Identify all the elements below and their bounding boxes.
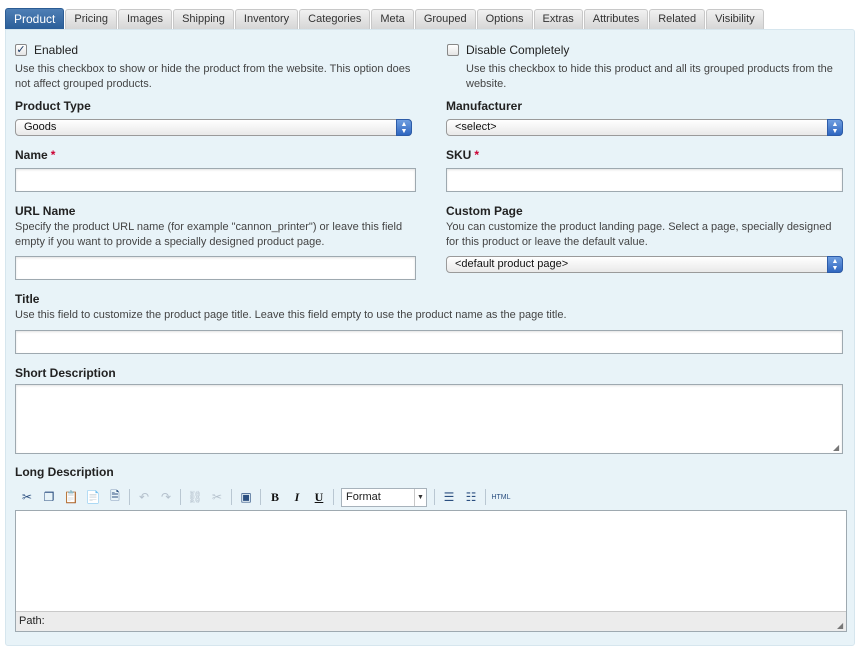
- format-select-value: Format: [346, 491, 381, 503]
- tab-categories[interactable]: Categories: [299, 9, 370, 29]
- unlink-icon[interactable]: ✂: [206, 487, 228, 507]
- toolbar-separator: [180, 489, 181, 505]
- toolbar-separator: [231, 489, 232, 505]
- custom-page-select[interactable]: <default product page> ▲▼: [446, 256, 843, 273]
- editor-toolbar: ✂ ❐ 📋 📄 🗎 ↶ ↷ ⛓ ✂ ▣ B I U Format ▼ ☰ ☷ H…: [16, 486, 513, 508]
- bullet-list-icon[interactable]: ☰: [438, 487, 460, 507]
- select-arrows-icon: ▲▼: [827, 256, 843, 273]
- numbered-list-icon[interactable]: ☷: [460, 487, 482, 507]
- short-description-textarea[interactable]: ◢: [15, 384, 843, 454]
- toolbar-separator: [260, 489, 261, 505]
- toolbar-separator: [434, 489, 435, 505]
- italic-button[interactable]: I: [286, 487, 308, 507]
- manufacturer-select[interactable]: <select> ▲▼: [446, 119, 843, 136]
- long-description-editor[interactable]: Path: ◢: [15, 510, 847, 632]
- url-name-hint: Specify the product URL name (for exampl…: [15, 220, 420, 250]
- title-hint: Use this field to customize the product …: [15, 308, 845, 323]
- product-form-panel: ✓ Enabled Use this checkbox to show or h…: [5, 29, 855, 646]
- custom-page-value: <default product page>: [455, 258, 568, 270]
- tab-product[interactable]: Product: [5, 8, 64, 29]
- name-label: Name*: [15, 148, 55, 162]
- product-type-value: Goods: [24, 121, 56, 133]
- html-source-button[interactable]: HTML: [489, 487, 513, 507]
- paste-text-icon[interactable]: 📄: [82, 487, 104, 507]
- url-name-input[interactable]: [15, 256, 416, 280]
- tab-meta[interactable]: Meta: [371, 9, 413, 29]
- cut-icon[interactable]: ✂: [16, 487, 38, 507]
- product-type-label: Product Type: [15, 99, 91, 113]
- short-description-label: Short Description: [15, 366, 116, 380]
- name-label-text: Name: [15, 148, 48, 162]
- bold-button[interactable]: B: [264, 487, 286, 507]
- tab-attributes[interactable]: Attributes: [584, 9, 648, 29]
- copy-icon[interactable]: ❐: [38, 487, 60, 507]
- long-description-label: Long Description: [15, 465, 114, 479]
- select-arrows-icon: ▲▼: [827, 119, 843, 136]
- required-marker: *: [474, 148, 479, 162]
- tab-options[interactable]: Options: [477, 9, 533, 29]
- sku-input[interactable]: [446, 168, 843, 192]
- image-icon[interactable]: ▣: [235, 487, 257, 507]
- url-name-label: URL Name: [15, 204, 75, 218]
- paste-icon[interactable]: 📋: [60, 487, 82, 507]
- tab-bar: ProductPricingImagesShippingInventoryCat…: [5, 8, 765, 29]
- paste-word-icon[interactable]: 🗎: [104, 487, 126, 507]
- title-input[interactable]: [15, 330, 843, 354]
- tab-visibility[interactable]: Visibility: [706, 9, 764, 29]
- custom-page-label: Custom Page: [446, 204, 523, 218]
- manufacturer-value: <select>: [455, 121, 497, 133]
- toolbar-separator: [485, 489, 486, 505]
- toolbar-separator: [129, 489, 130, 505]
- chevron-down-icon: ▼: [414, 489, 426, 506]
- custom-page-hint: You can customize the product landing pa…: [446, 220, 846, 250]
- enabled-checkbox[interactable]: ✓: [15, 44, 27, 56]
- tab-extras[interactable]: Extras: [534, 9, 583, 29]
- redo-icon[interactable]: ↷: [155, 487, 177, 507]
- title-label: Title: [15, 292, 39, 306]
- path-label: Path:: [19, 615, 45, 627]
- sku-label: SKU*: [446, 148, 479, 162]
- underline-button[interactable]: U: [308, 487, 330, 507]
- disable-completely-label: Disable Completely: [466, 43, 569, 57]
- tab-inventory[interactable]: Inventory: [235, 9, 298, 29]
- resize-grip-icon[interactable]: ◢: [833, 444, 841, 452]
- required-marker: *: [51, 148, 56, 162]
- tab-pricing[interactable]: Pricing: [65, 9, 117, 29]
- undo-icon[interactable]: ↶: [133, 487, 155, 507]
- select-arrows-icon: ▲▼: [396, 119, 412, 136]
- editor-path-bar: Path:: [16, 611, 846, 631]
- product-type-select[interactable]: Goods ▲▼: [15, 119, 412, 136]
- sku-label-text: SKU: [446, 148, 471, 162]
- tab-images[interactable]: Images: [118, 9, 172, 29]
- tab-related[interactable]: Related: [649, 9, 705, 29]
- resize-grip-icon[interactable]: ◢: [837, 622, 845, 630]
- disable-completely-hint: Use this checkbox to hide this product a…: [466, 62, 851, 92]
- tab-grouped[interactable]: Grouped: [415, 9, 476, 29]
- link-icon[interactable]: ⛓: [184, 487, 206, 507]
- manufacturer-label: Manufacturer: [446, 99, 522, 113]
- format-select[interactable]: Format ▼: [341, 488, 427, 507]
- toolbar-separator: [333, 489, 334, 505]
- name-input[interactable]: [15, 168, 416, 192]
- disable-completely-checkbox[interactable]: [447, 44, 459, 56]
- enabled-hint: Use this checkbox to show or hide the pr…: [15, 62, 425, 92]
- enabled-label: Enabled: [34, 43, 78, 57]
- tab-shipping[interactable]: Shipping: [173, 9, 234, 29]
